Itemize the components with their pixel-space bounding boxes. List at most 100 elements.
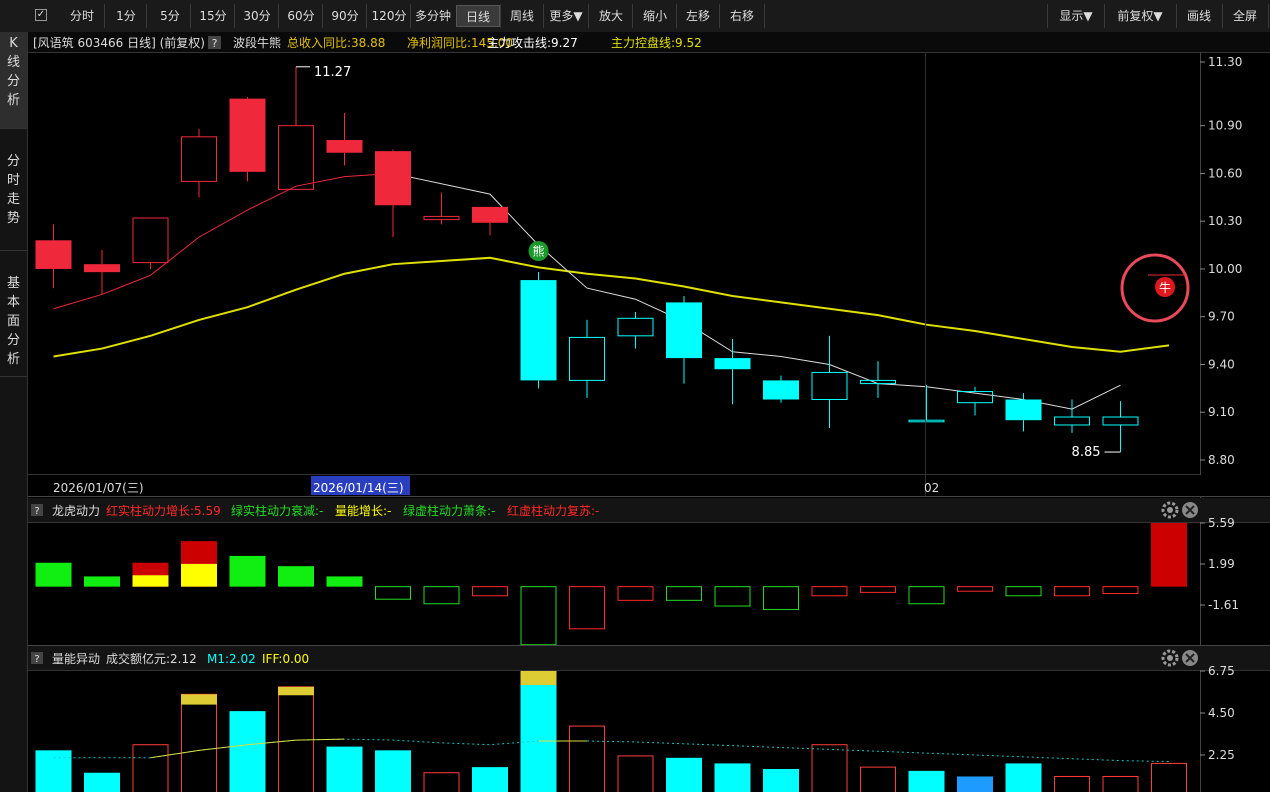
- vol-bar: [811, 744, 848, 792]
- candle-body: [617, 317, 654, 337]
- panel-legend-1-0: 红实柱动力增长:5.59: [106, 503, 221, 518]
- sidebar-tab-2[interactable]: 基本面分析: [0, 250, 27, 376]
- indicator-field-0: 总收入同比:38.88: [287, 36, 385, 50]
- y-tick-label-5: 9.70: [1208, 310, 1235, 324]
- ma-fast-line: [392, 172, 1121, 410]
- period-tab-4[interactable]: 30分: [236, 5, 278, 27]
- vol-bar: [84, 772, 120, 792]
- candle-body: [181, 136, 217, 182]
- candle-body: [811, 371, 848, 401]
- vol-bar: [423, 772, 460, 792]
- candle-body: [229, 98, 266, 172]
- vol-tick-label-0: 6.75: [1208, 664, 1235, 678]
- panel-help-icon[interactable]: [31, 504, 43, 516]
- panel-help-label: ?: [34, 654, 39, 665]
- vol-bar: [617, 755, 654, 792]
- right-button-0[interactable]: 显示▼: [1048, 5, 1104, 27]
- panel-help-icon[interactable]: [31, 652, 43, 664]
- toolbar-separator: [543, 4, 544, 28]
- action-button-0[interactable]: 放大: [590, 5, 632, 27]
- dyn-bar: [1054, 586, 1090, 597]
- close-icon-stroke: [1185, 505, 1195, 515]
- toolbar-separator: [1268, 4, 1269, 28]
- panel-legend-2-1: M1:2.02: [207, 652, 256, 666]
- period-tab-2[interactable]: 5分: [150, 5, 190, 27]
- period-tab-0[interactable]: 分时: [60, 5, 104, 27]
- y-tick-label-7: 9.10: [1208, 405, 1235, 419]
- help-icon[interactable]: [208, 36, 221, 49]
- checkbox-icon[interactable]: ✓: [35, 9, 47, 21]
- indicator-field-2: 主力攻击线:9.27: [487, 36, 578, 50]
- dyn-bar: [278, 566, 314, 587]
- candle-body: [520, 280, 557, 381]
- dyn-bar: [229, 555, 266, 587]
- gear-icon[interactable]: [1161, 501, 1179, 519]
- panel-legend-1-1: 绿实柱动力衰减:-: [231, 503, 323, 518]
- panel-help-label: ?: [34, 506, 39, 517]
- dyn-bar: [1151, 523, 1187, 587]
- panel-title-2: 量能异动: [52, 652, 100, 666]
- indicator-name: 波段牛熊: [233, 35, 281, 50]
- sidebar-divider: [0, 376, 27, 377]
- gear-icon[interactable]: [1161, 649, 1179, 667]
- dyn-tick-label-0: 5.59: [1208, 516, 1235, 530]
- panel-header-2: [28, 646, 1270, 670]
- dyn-bar: [84, 576, 120, 587]
- m1-line: [53, 738, 1170, 763]
- right-button-2[interactable]: 画线: [1176, 5, 1222, 27]
- dyn-tick-label-2: -1.61: [1208, 598, 1239, 612]
- toolbar-separator: [322, 4, 323, 28]
- dyn-bar: [908, 586, 945, 605]
- indicator-field-1: 净利润同比:145.00: [407, 36, 513, 50]
- dyn-bar: [860, 586, 896, 593]
- candle-body: [423, 215, 460, 221]
- dyn-bar-yellow: [132, 575, 169, 587]
- dyn-bar: [714, 586, 751, 607]
- close-icon-stroke: [1185, 653, 1195, 663]
- close-icon[interactable]: [1182, 502, 1198, 518]
- vol-bar: [229, 711, 266, 792]
- candle-body: [666, 302, 702, 359]
- period-tab-9[interactable]: 日线: [456, 5, 500, 27]
- action-button-1[interactable]: 缩小: [634, 5, 676, 27]
- left-sidebar: K线分析 分时走势 基本面分析: [0, 32, 28, 792]
- period-tab-10[interactable]: 周线: [501, 5, 543, 27]
- candle-body: [84, 264, 120, 273]
- vol-bar: [278, 686, 314, 792]
- dyn-bar: [520, 586, 557, 646]
- action-button-2[interactable]: 左移: [677, 5, 719, 27]
- min-price-label: 8.85: [1072, 445, 1101, 460]
- action-button-3[interactable]: 右移: [720, 5, 764, 27]
- right-button-3[interactable]: 全屏: [1222, 5, 1268, 27]
- close-icon-stroke: [1185, 653, 1195, 663]
- date-label-1: 2026/01/14(三): [313, 481, 404, 495]
- period-tab-1[interactable]: 1分: [106, 5, 146, 27]
- chart-area: [风语筑 603466 日线] (前复权)? 波段牛熊 总收入同比:38.88 净利润…: [28, 32, 1270, 792]
- panel-title-1: 龙虎动力: [52, 504, 100, 518]
- period-tab-5[interactable]: 60分: [280, 5, 322, 27]
- panel-legend-2-0: 成交额亿元:2.12: [106, 651, 197, 666]
- dyn-bar: [569, 586, 605, 630]
- dyn-bar: [763, 586, 799, 610]
- max-price-label: 11.27: [314, 65, 351, 80]
- period-tab-8[interactable]: 多分钟: [410, 5, 456, 27]
- panel-legend-1-2: 量能增长:-: [335, 504, 391, 518]
- sidebar-tab-1[interactable]: 分时走势: [0, 128, 27, 250]
- candle-body: [908, 419, 945, 423]
- date-label-2: 02: [924, 481, 939, 495]
- period-tab-3[interactable]: 15分: [192, 5, 234, 27]
- period-tab-11[interactable]: 更多▼: [545, 5, 587, 27]
- dyn-bar: [617, 586, 654, 601]
- vol-bar: [714, 763, 751, 792]
- dyn-bar: [666, 586, 702, 601]
- candle-body: [326, 140, 363, 153]
- close-icon[interactable]: [1182, 650, 1198, 666]
- period-tab-6[interactable]: 90分: [324, 5, 366, 27]
- bull-marker-label: 牛: [1159, 280, 1171, 295]
- sidebar-tab-0[interactable]: K线分析: [0, 32, 27, 128]
- period-tab-7[interactable]: 120分: [368, 5, 410, 27]
- vol-bar: [326, 746, 363, 792]
- highlight-circle: [1120, 253, 1190, 323]
- vol-bar: [181, 693, 217, 792]
- right-button-1[interactable]: 前复权▼: [1104, 5, 1176, 27]
